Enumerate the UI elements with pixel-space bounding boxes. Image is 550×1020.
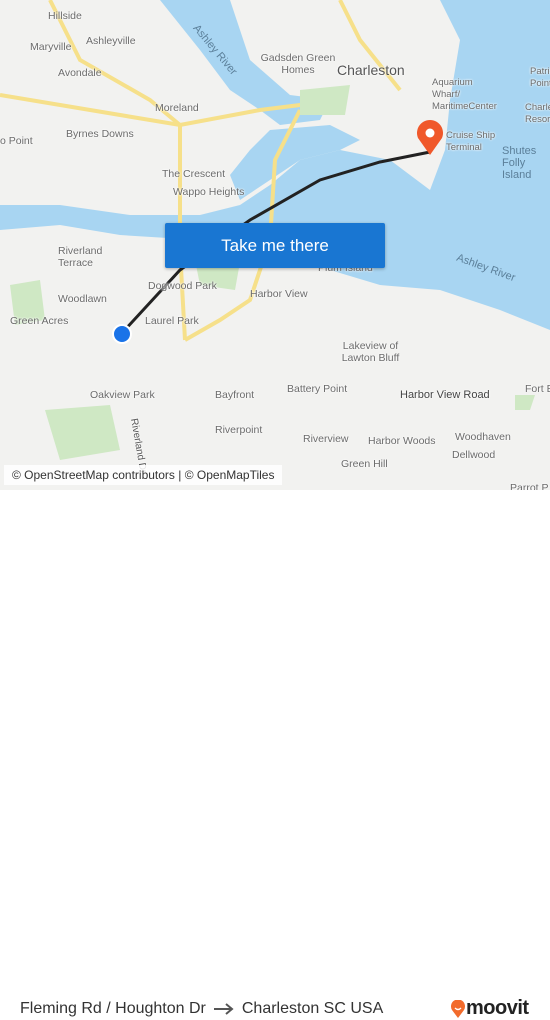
map-attribution[interactable]: © OpenStreetMap contributors | © OpenMap… xyxy=(4,465,283,485)
map-label: Hillside xyxy=(48,10,82,22)
map-label: Woodlawn xyxy=(58,293,107,305)
map-label: Riverland Terrace xyxy=(58,245,103,269)
map-label: Harbor View xyxy=(250,288,308,300)
map-label: Byrnes Downs xyxy=(66,128,134,140)
arrow-right-icon xyxy=(213,1003,234,1015)
moovit-logo: moovit xyxy=(450,997,529,1020)
map-label: Oakview Park xyxy=(90,389,155,401)
map-label: Fort Es xyxy=(525,383,550,395)
map-label: Dellwood xyxy=(452,449,496,461)
map-label: Harbor View Road xyxy=(400,389,490,401)
map-label: Maryville xyxy=(30,41,72,53)
map-label: Battery Point xyxy=(287,383,348,395)
map-label: Laurel Park xyxy=(145,315,199,327)
map-label: Ashleyville xyxy=(86,35,136,47)
map-label: Aquarium Wharf/ MaritimeCenter xyxy=(432,77,497,112)
map-label: o Point xyxy=(0,135,33,147)
route-summary: Fleming Rd / Houghton Dr Charleston SC U… xyxy=(20,1000,383,1018)
map-label: Charleston Resort xyxy=(525,102,550,125)
map-label: Riverview xyxy=(303,433,349,445)
brand-name: moovit xyxy=(466,997,529,1019)
map-label: The Crescent xyxy=(162,168,226,180)
map-label: Patriots Point xyxy=(530,66,550,89)
map-label: Cruise Ship Terminal xyxy=(446,130,496,153)
map-label: Dogwood Park xyxy=(148,280,217,292)
map-label: Avondale xyxy=(58,67,102,79)
map-label: Wappo Heights xyxy=(173,186,245,198)
map-label: Harbor Woods xyxy=(368,435,436,447)
destination-marker xyxy=(417,120,443,155)
map-label: Moreland xyxy=(155,102,199,114)
footer: Fleming Rd / Houghton Dr Charleston SC U… xyxy=(0,490,550,1019)
map-label: Green Hill xyxy=(341,458,388,470)
map-label: Green Acres xyxy=(10,315,69,327)
map-label: Gadsden Green Homes xyxy=(260,52,336,76)
map-label: Bayfront xyxy=(215,389,255,401)
map-label: Lakeview of Lawton Bluff xyxy=(341,340,400,364)
destination-name: Charleston SC USA xyxy=(241,1000,384,1017)
map-label: Woodhaven xyxy=(455,431,511,443)
origin-name: Fleming Rd / Houghton Dr xyxy=(20,1000,206,1017)
origin-marker xyxy=(112,324,132,344)
map-label: Parrot P xyxy=(510,482,549,490)
moovit-pin-icon xyxy=(451,999,465,1018)
map-label: Charleston xyxy=(337,62,405,78)
take-me-there-button[interactable]: Take me there xyxy=(165,223,385,268)
map-label: Riverpoint xyxy=(215,424,263,436)
map-label: Shutes Folly Island xyxy=(502,145,537,181)
